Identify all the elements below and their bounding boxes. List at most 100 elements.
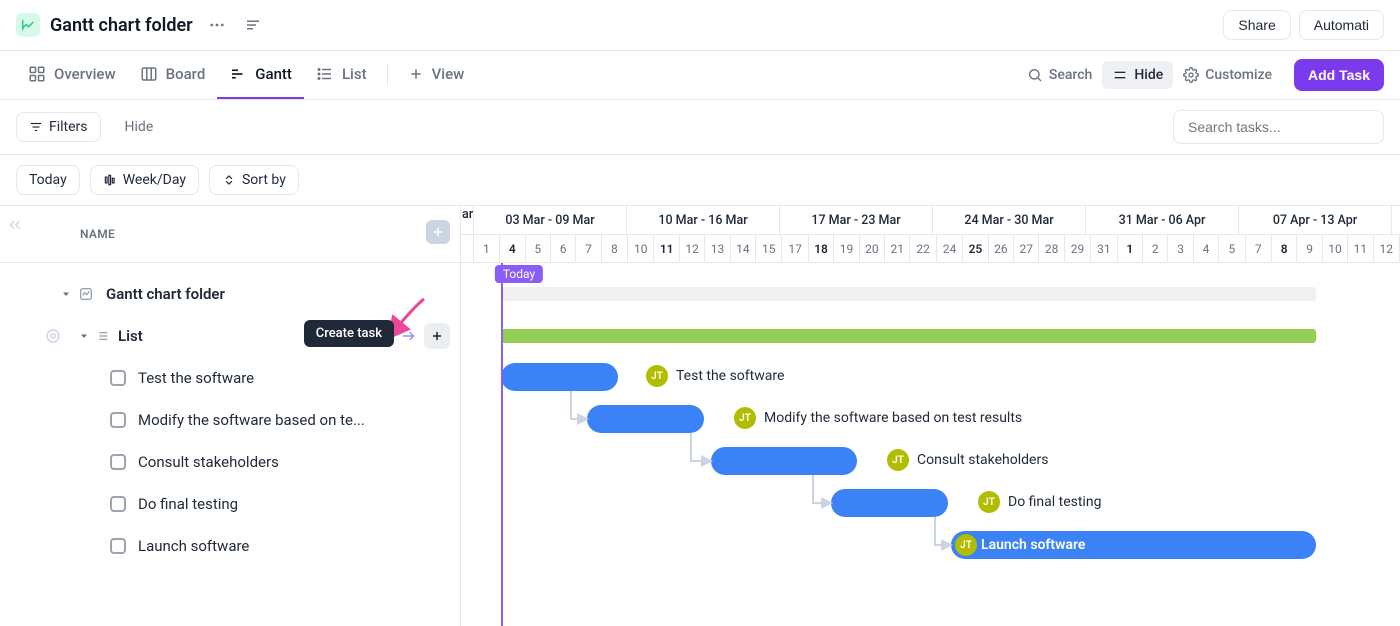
gantt-bar[interactable]: [831, 489, 948, 517]
chevron-down-icon[interactable]: [78, 330, 94, 342]
day-cell: 2: [1143, 235, 1168, 263]
filters-label: Filters: [49, 119, 88, 135]
filters-button[interactable]: Filters: [16, 112, 101, 142]
tab-gantt[interactable]: Gantt: [217, 51, 304, 99]
assignee-avatar[interactable]: JT: [734, 407, 756, 429]
day-cell: 7: [1246, 235, 1272, 263]
folder-icon: [16, 13, 40, 37]
day-cell: 31: [1091, 235, 1117, 263]
day-cell: 18: [809, 235, 834, 263]
gantt-bar[interactable]: [501, 363, 618, 391]
task-row[interactable]: Do final testing: [0, 483, 460, 525]
assignee-avatar[interactable]: JT: [887, 449, 909, 471]
task-status-icon[interactable]: [110, 412, 126, 428]
day-cell: 8: [1272, 235, 1297, 263]
list-small-icon: [94, 328, 110, 344]
day-cell: 4: [500, 235, 525, 263]
dependency-lines: [461, 263, 1400, 626]
tab-overview-label: Overview: [54, 65, 116, 83]
tab-board[interactable]: Board: [128, 51, 218, 99]
search-button[interactable]: Search: [1017, 61, 1102, 89]
assignee-avatar[interactable]: JT: [646, 365, 668, 387]
today-button[interactable]: Today: [16, 165, 80, 195]
gantt-bar[interactable]: JT Launch software: [951, 531, 1316, 559]
arrow-right-icon[interactable]: [400, 327, 418, 345]
hide-label-2: Hide: [125, 119, 154, 135]
week-cell: 10 Mar - 16 Mar: [627, 206, 780, 234]
chevron-down-icon[interactable]: [60, 288, 76, 300]
tab-gantt-label: Gantt: [255, 65, 292, 83]
page-title: Gantt chart folder: [50, 15, 193, 36]
list-summary-bar[interactable]: [501, 329, 1316, 343]
add-column-button[interactable]: [426, 220, 450, 244]
today-badge: Today: [495, 265, 543, 283]
day-cell: 9: [1297, 235, 1322, 263]
day-cell: 29: [1065, 235, 1091, 263]
day-cell: 17: [782, 235, 808, 263]
hide-button[interactable]: Hide: [113, 113, 166, 141]
day-cell: 12: [1374, 235, 1400, 263]
day-cell: 14: [731, 235, 756, 263]
menu-icon[interactable]: [239, 11, 267, 39]
day-cell: 11: [1348, 235, 1373, 263]
more-icon[interactable]: [203, 11, 231, 39]
share-button[interactable]: Share: [1223, 10, 1290, 40]
task-status-icon[interactable]: [110, 496, 126, 512]
create-task-tooltip: Create task: [304, 320, 394, 347]
task-status-icon[interactable]: [110, 454, 126, 470]
gantt-bar-label: JT Modify the software based on test res…: [734, 407, 1022, 429]
hide-toggle[interactable]: Hide: [1102, 61, 1173, 89]
day-cell: 6: [551, 235, 576, 263]
folder-summary-bar[interactable]: [501, 287, 1316, 301]
assignee-avatar[interactable]: JT: [978, 491, 1000, 513]
tab-overview[interactable]: Overview: [16, 51, 128, 99]
task-row[interactable]: Launch software: [0, 525, 460, 567]
name-column-header: NAME: [80, 227, 115, 241]
day-cell: 27: [1014, 235, 1039, 263]
day-cell: 24: [937, 235, 963, 263]
create-task-button-inline[interactable]: [424, 323, 450, 349]
sortby-label: Sort by: [242, 172, 286, 188]
list-row[interactable]: List Create task: [0, 315, 460, 357]
add-view-button[interactable]: View: [396, 51, 477, 99]
gantt-bar[interactable]: [587, 405, 704, 433]
day-cell: 12: [680, 235, 705, 263]
day-cell: 20: [860, 235, 885, 263]
folder-name-label: Gantt chart folder: [106, 285, 225, 303]
tab-board-label: Board: [166, 65, 206, 83]
gantt-bar-label: Launch software: [981, 531, 1316, 559]
assignee-avatar[interactable]: JT: [955, 534, 977, 556]
customize-button[interactable]: Customize: [1173, 61, 1282, 89]
week-cell: 03 Mar - 09 Mar: [474, 206, 627, 234]
task-status-icon[interactable]: [110, 538, 126, 554]
hide-label: Hide: [1134, 67, 1163, 83]
task-row[interactable]: Consult stakeholders: [0, 441, 460, 483]
tab-list[interactable]: List: [304, 51, 379, 99]
task-status-icon[interactable]: [110, 370, 126, 386]
week-stub: ar: [461, 206, 474, 234]
day-cell: 26: [989, 235, 1014, 263]
gantt-bar-label: JT Consult stakeholders: [887, 449, 1048, 471]
gantt-bar[interactable]: [711, 447, 857, 475]
day-cell: 13: [705, 235, 730, 263]
sortby-button[interactable]: Sort by: [209, 165, 299, 195]
week-cell: 31 Mar - 06 Apr: [1086, 206, 1239, 234]
day-cell: 15: [756, 235, 782, 263]
day-cell: 10: [628, 235, 654, 263]
today-line: [501, 263, 503, 626]
customize-label: Customize: [1205, 67, 1272, 83]
search-input[interactable]: [1173, 110, 1384, 144]
day-cell: 1: [1118, 235, 1143, 263]
task-row[interactable]: Modify the software based on te...: [0, 399, 460, 441]
task-row[interactable]: Test the software: [0, 357, 460, 399]
zoom-button[interactable]: Week/Day: [90, 165, 199, 195]
day-cell: 25: [963, 235, 988, 263]
gantt-bar-label: JT Test the software: [646, 365, 784, 387]
automations-button[interactable]: Automati: [1299, 10, 1384, 40]
add-task-button[interactable]: Add Task: [1294, 59, 1384, 91]
day-cell: 8: [602, 235, 628, 263]
list-name-label: List: [118, 327, 143, 345]
folder-small-icon: [76, 284, 96, 304]
milestone-icon: [44, 327, 62, 345]
folder-row[interactable]: Gantt chart folder: [0, 273, 460, 315]
